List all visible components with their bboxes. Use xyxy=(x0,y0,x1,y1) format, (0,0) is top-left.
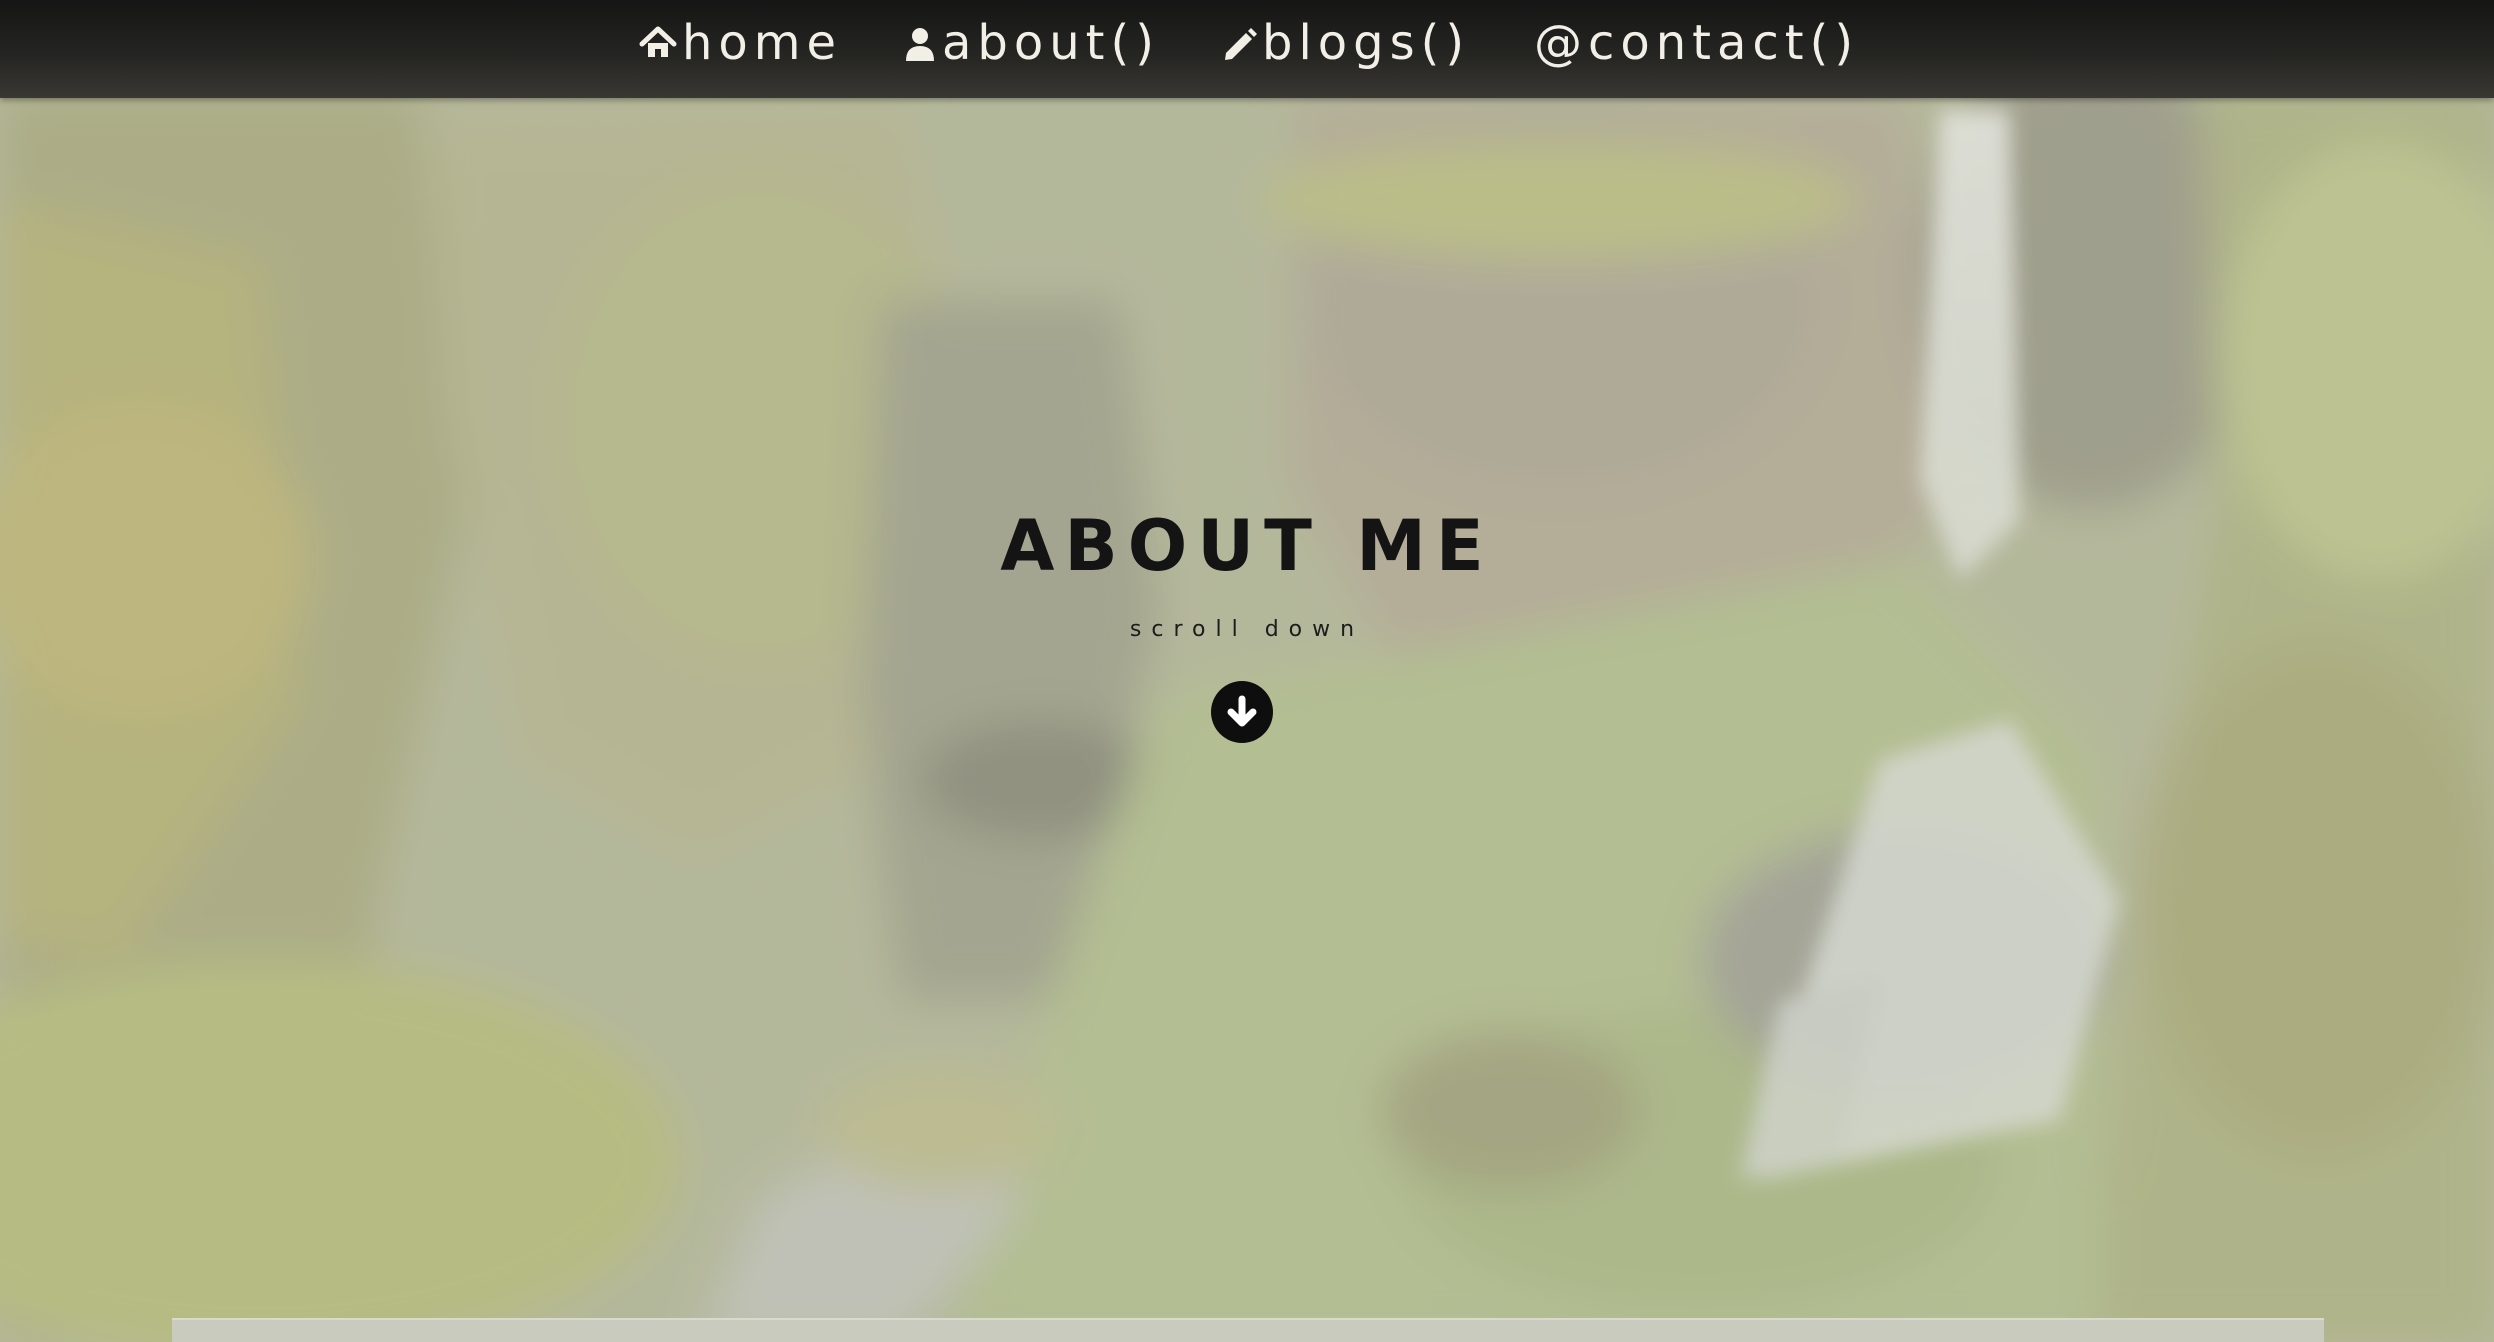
home-icon xyxy=(638,23,678,63)
content-panel-top-edge xyxy=(172,1318,2324,1342)
background-image xyxy=(0,0,2494,1342)
nav-about[interactable]: about() xyxy=(902,0,1160,86)
nav-contact-label: @contact() xyxy=(1534,15,1860,71)
scroll-down-label: scroll down xyxy=(1129,617,1365,642)
nav-contact[interactable]: @contact() xyxy=(1534,0,1859,86)
nav-home[interactable]: home xyxy=(638,0,842,86)
page-title: ABOUT ME xyxy=(1000,505,1494,587)
scroll-down-button[interactable] xyxy=(1211,681,1273,743)
top-navbar: home about() blogs() @contact() xyxy=(0,0,2494,98)
arrow-down-circle-icon xyxy=(1227,695,1257,727)
pencil-icon xyxy=(1220,23,1258,63)
nav-about-label: about() xyxy=(942,15,1160,71)
nav-blogs-label: blogs() xyxy=(1262,15,1471,71)
user-icon xyxy=(902,23,938,63)
nav-home-label: home xyxy=(682,15,843,71)
hero-section: ABOUT ME scroll down xyxy=(0,0,2494,1342)
nav-blogs[interactable]: blogs() xyxy=(1220,0,1470,86)
